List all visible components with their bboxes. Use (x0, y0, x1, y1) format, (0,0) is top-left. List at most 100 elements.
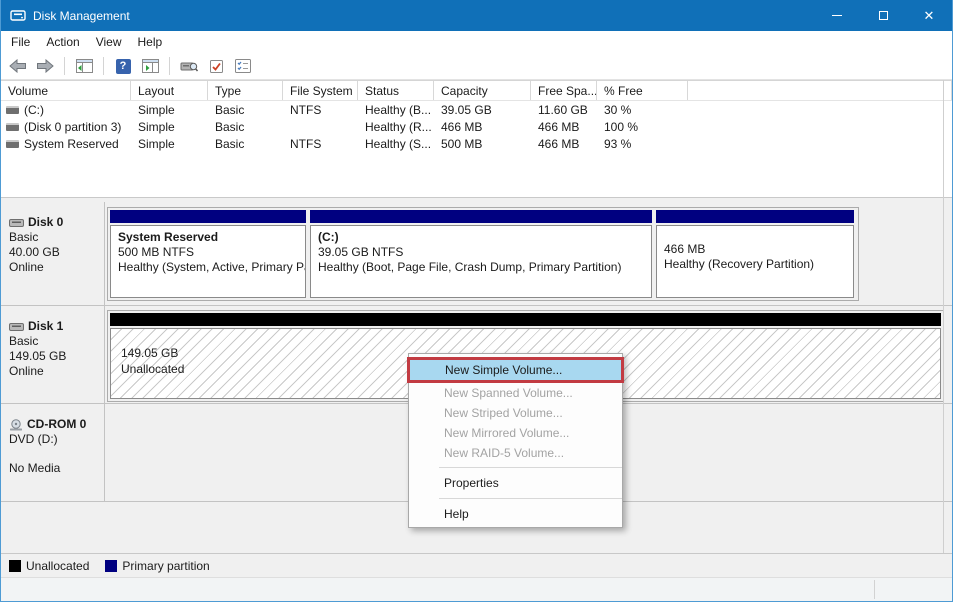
help-icon: ? (116, 59, 131, 74)
volume-row-c[interactable]: (C:) Simple Basic NTFS Healthy (B... 39.… (1, 101, 952, 118)
volume-type: Basic (208, 120, 283, 134)
forward-arrow-icon (36, 59, 54, 73)
forward-button[interactable] (33, 55, 57, 77)
menu-separator (439, 467, 622, 468)
volume-row-disk0-partition3[interactable]: (Disk 0 partition 3) Simple Basic Health… (1, 118, 952, 135)
title-bar: Disk Management ✕ (1, 0, 952, 31)
menu-bar: File Action View Help (1, 31, 952, 53)
volume-layout: Simple (131, 137, 208, 151)
partition-title: (C:) (318, 230, 644, 245)
column-header-type[interactable]: Type (208, 81, 283, 100)
volume-name: System Reserved (24, 137, 119, 151)
toolbar: ? (1, 53, 952, 80)
volume-status: Healthy (S... (358, 137, 434, 151)
help-button[interactable]: ? (111, 55, 135, 77)
volume-pct-free: 30 % (597, 103, 688, 117)
volume-free-space: 11.60 GB (531, 103, 597, 117)
menu-view[interactable]: View (88, 32, 130, 52)
cdrom-name: CD-ROM 0 (27, 417, 86, 432)
app-disk-icon (10, 9, 26, 22)
back-button[interactable] (6, 55, 30, 77)
task-list-button[interactable] (231, 55, 255, 77)
volume-name: (Disk 0 partition 3) (24, 120, 121, 134)
column-header-layout[interactable]: Layout (131, 81, 208, 100)
window-title: Disk Management (33, 9, 130, 23)
disk0-label[interactable]: Disk 0 Basic 40.00 GB Online (1, 202, 105, 305)
menu-item-help[interactable]: Help (409, 503, 622, 525)
cdrom-icon (9, 419, 23, 431)
minimize-icon (832, 15, 842, 16)
legend-label: Unallocated (26, 559, 89, 573)
volume-icon (6, 140, 19, 148)
cdrom-drive: DVD (D:) (9, 432, 98, 447)
column-header-free-space[interactable]: Free Spa... (531, 81, 597, 100)
primary-partition-stripe (110, 210, 306, 223)
partition-system-reserved[interactable]: System Reserved 500 MB NTFS Healthy (Sys… (110, 210, 306, 298)
legend-primary-partition: Primary partition (105, 559, 209, 573)
cdrom-label[interactable]: CD-ROM 0 DVD (D:) No Media (1, 404, 105, 501)
disk-name: Disk 0 (28, 215, 63, 230)
maximize-button[interactable] (860, 0, 906, 31)
unallocated-stripe (110, 313, 941, 326)
check-document-icon (209, 59, 224, 74)
back-arrow-icon (9, 59, 27, 73)
minimize-button[interactable] (814, 0, 860, 31)
disk-type: Basic (9, 230, 98, 245)
menu-item-new-striped-volume: New Striped Volume... (409, 403, 622, 423)
volume-row-system-reserved[interactable]: System Reserved Simple Basic NTFS Health… (1, 135, 952, 152)
volume-pct-free: 100 % (597, 120, 688, 134)
column-header-status[interactable]: Status (358, 81, 434, 100)
disk0-partition-container: System Reserved 500 MB NTFS Healthy (Sys… (107, 207, 859, 301)
primary-partition-swatch (105, 560, 117, 572)
volume-capacity: 466 MB (434, 120, 531, 134)
cdrom-media-status: No Media (9, 461, 98, 476)
volume-list-header: Volume Layout Type File System Status Ca… (1, 81, 952, 101)
volume-status: Healthy (B... (358, 103, 434, 117)
column-header-pct-free[interactable]: % Free (597, 81, 688, 100)
disk-name: Disk 1 (28, 319, 63, 334)
volume-capacity: 500 MB (434, 137, 531, 151)
window-controls: ✕ (814, 0, 952, 31)
disk0-row: Disk 0 Basic 40.00 GB Online System Rese… (1, 202, 952, 306)
task-list-icon (235, 59, 251, 73)
partition-health: Healthy (Recovery Partition) (664, 257, 846, 272)
partition-size: 500 MB NTFS (118, 245, 298, 260)
legend-unallocated: Unallocated (9, 559, 89, 573)
disk-capacity: 40.00 GB (9, 245, 98, 260)
menu-separator (439, 498, 622, 499)
status-bar-divider (874, 580, 875, 599)
legend-bar: Unallocated Primary partition (1, 553, 952, 577)
partition-recovery[interactable]: 466 MB Healthy (Recovery Partition) (656, 210, 854, 298)
partition-size: 39.05 GB NTFS (318, 245, 644, 260)
show-console-tree-button[interactable] (72, 55, 96, 77)
column-header-empty (688, 81, 952, 100)
column-header-file-system[interactable]: File System (283, 81, 358, 100)
show-action-pane-button[interactable] (138, 55, 162, 77)
disk-view-icon (180, 60, 198, 73)
volume-icon (6, 106, 19, 114)
volume-layout: Simple (131, 103, 208, 117)
maximize-icon (879, 11, 888, 20)
partition-health: Healthy (System, Active, Primary Pa (118, 260, 298, 275)
close-icon: ✕ (924, 9, 935, 22)
menu-file[interactable]: File (3, 32, 38, 52)
toolbar-separator (103, 57, 104, 75)
partition-c[interactable]: (C:) 39.05 GB NTFS Healthy (Boot, Page F… (310, 210, 652, 298)
menu-item-new-simple-volume[interactable]: New Simple Volume... (410, 360, 621, 380)
volume-free-space: 466 MB (531, 120, 597, 134)
menu-item-properties[interactable]: Properties (409, 472, 622, 494)
partition-health: Healthy (Boot, Page File, Crash Dump, Pr… (318, 260, 644, 275)
disk1-label[interactable]: Disk 1 Basic 149.05 GB Online (1, 306, 105, 403)
menu-help[interactable]: Help (130, 32, 171, 52)
close-button[interactable]: ✕ (906, 0, 952, 31)
volume-name: (C:) (24, 103, 44, 117)
check-disk-button[interactable] (204, 55, 228, 77)
disk-management-window: Disk Management ✕ File Action View Help (0, 0, 953, 602)
column-header-capacity[interactable]: Capacity (434, 81, 531, 100)
menu-item-new-spanned-volume: New Spanned Volume... (409, 383, 622, 403)
column-header-volume[interactable]: Volume (1, 81, 131, 100)
toolbar-separator (64, 57, 65, 75)
menu-action[interactable]: Action (38, 32, 87, 52)
disk-view-button[interactable] (177, 55, 201, 77)
volume-capacity: 39.05 GB (434, 103, 531, 117)
